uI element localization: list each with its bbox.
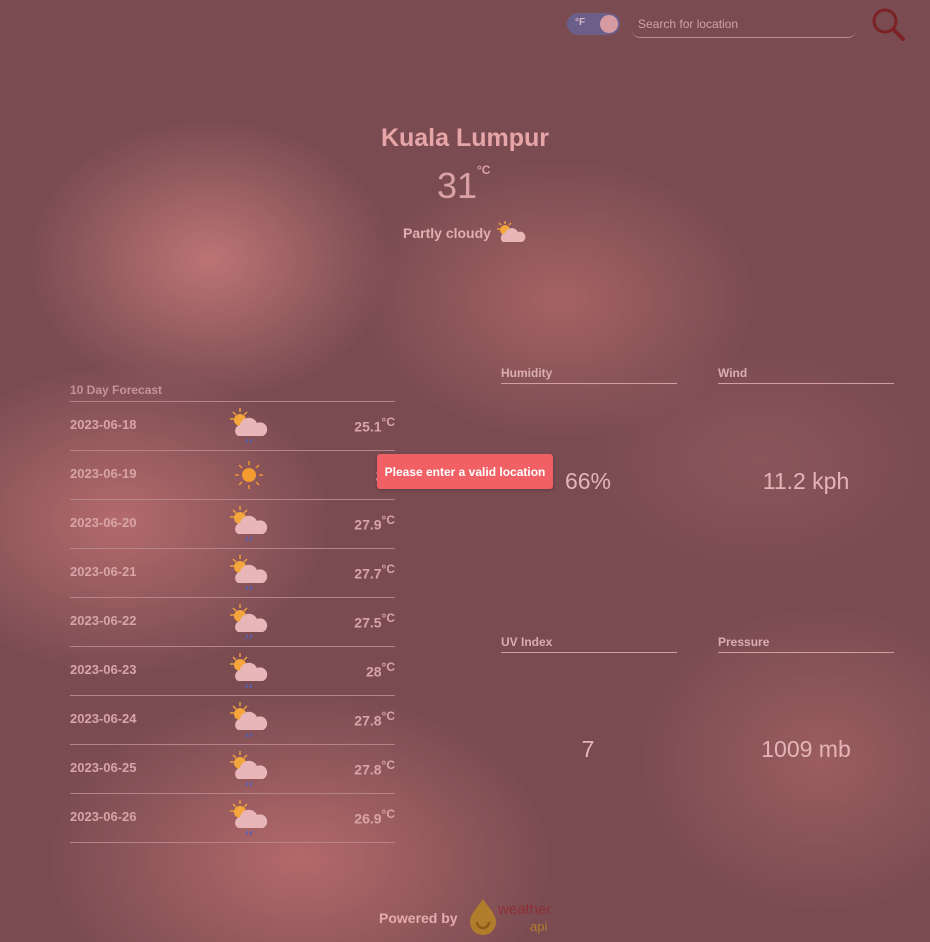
- condition-row: Partly cloudy: [0, 220, 930, 246]
- city-name: Kuala Lumpur: [380, 124, 550, 152]
- search-button[interactable]: [870, 7, 906, 41]
- forecast-temp-unit: °C: [381, 513, 395, 527]
- forecast-temp-value: 25.1: [354, 418, 382, 435]
- logo-text-weather: weather: [498, 901, 552, 918]
- uv-index-divider: [501, 652, 677, 653]
- rain-cloud-sun-icon: [228, 651, 270, 691]
- temperature-unit: °C: [477, 163, 491, 177]
- uv-index-value: 7: [581, 736, 595, 762]
- forecast-temp: 26.9°C: [354, 807, 395, 827]
- humidity-divider: [501, 383, 677, 384]
- forecast-temp-value: 28: [365, 663, 382, 680]
- forecast-row: 2023-06-24 27.8°C: [70, 696, 395, 745]
- forecast-date: 2023-06-19: [70, 466, 137, 481]
- pressure-value: 1009 mb: [761, 736, 851, 762]
- forecast-temp-unit: °C: [381, 415, 395, 429]
- forecast-temp: 28°C: [366, 660, 395, 680]
- rain-cloud-sun-icon: [228, 602, 270, 642]
- forecast-date: 2023-06-26: [70, 809, 137, 824]
- forecast-row: 2023-06-23 28°C: [70, 647, 395, 696]
- forecast-temp-value: 27.8: [354, 712, 382, 729]
- rain-cloud-sun-icon: [228, 798, 270, 838]
- forecast-temp: 27.9°C: [354, 513, 395, 533]
- unit-toggle-label: °F: [575, 17, 586, 28]
- forecast-temp-unit: °C: [381, 660, 395, 674]
- forecast-date: 2023-06-23: [70, 662, 137, 677]
- forecast-row: 2023-06-22 27.5°C: [70, 598, 395, 647]
- forecast-temp-value: 27.5: [354, 614, 382, 631]
- rain-cloud-sun-icon: [228, 749, 270, 789]
- forecast-row: 2023-06-26 26.9°C: [70, 794, 395, 843]
- wind-label: Wind: [718, 366, 748, 380]
- forecast-title: 10 Day Forecast: [70, 383, 163, 397]
- wind-divider: [718, 383, 894, 384]
- unit-toggle-knob: [600, 15, 618, 33]
- error-toast: Please enter a valid location: [377, 454, 553, 489]
- unit-toggle[interactable]: °F: [567, 13, 620, 35]
- powered-by-text: Powered by: [379, 910, 458, 926]
- forecast-temp-unit: °C: [381, 562, 395, 576]
- rain-cloud-sun-icon: [228, 700, 270, 740]
- forecast-temp: 27.8°C: [354, 709, 395, 729]
- search-input[interactable]: [632, 10, 856, 38]
- weatherapi-logo[interactable]: weather api: [468, 895, 558, 937]
- logo-text-api: api: [530, 919, 548, 934]
- forecast-temp-unit: °C: [381, 709, 395, 723]
- forecast-temp-unit: °C: [381, 807, 395, 821]
- forecast-temp-unit: °C: [381, 758, 395, 772]
- pressure-label: Pressure: [718, 635, 770, 649]
- forecast-temp: 27.8°C: [354, 758, 395, 778]
- forecast-date: 2023-06-20: [70, 515, 137, 530]
- forecast-date: 2023-06-21: [70, 564, 137, 579]
- wind-value: 11.2 kph: [762, 468, 850, 494]
- forecast-row: 2023-06-21 27.7°C: [70, 549, 395, 598]
- forecast-temp-unit: °C: [381, 611, 395, 625]
- forecast-temp-value: 27.9: [354, 516, 382, 533]
- forecast-date: 2023-06-22: [70, 613, 137, 628]
- rain-cloud-sun-icon: [228, 553, 270, 593]
- sun-icon: [228, 455, 270, 495]
- forecast-row: 2023-06-25 27.8°C: [70, 745, 395, 794]
- forecast-temp-value: 26.9: [354, 810, 382, 827]
- forecast-date: 2023-06-25: [70, 760, 137, 775]
- pressure-divider: [718, 652, 894, 653]
- forecast-row: 2023-06-18 25.1°C: [70, 402, 395, 451]
- rain-cloud-sun-icon: [228, 406, 270, 446]
- rain-cloud-sun-icon: [228, 504, 270, 544]
- forecast-date: 2023-06-24: [70, 711, 137, 726]
- uv-index-label: UV Index: [501, 635, 553, 649]
- forecast-temp-value: 27.8: [354, 761, 382, 778]
- current-temperature: 31: [437, 165, 478, 206]
- forecast-row: 2023-06-20 27.9°C: [70, 500, 395, 549]
- forecast-temp: 25.1°C: [354, 415, 395, 435]
- forecast-date: 2023-06-18: [70, 417, 137, 432]
- forecast-temp: 27.5°C: [354, 611, 395, 631]
- forecast-temp-value: 27.7: [354, 565, 382, 582]
- search-icon: [872, 8, 905, 41]
- forecast-row: 2023-06-19 26.: [70, 451, 395, 500]
- forecast-temp: 27.7°C: [354, 562, 395, 582]
- partly-cloudy-icon: [496, 221, 526, 242]
- humidity-label: Humidity: [501, 366, 553, 380]
- condition-text: Partly cloudy: [403, 225, 491, 241]
